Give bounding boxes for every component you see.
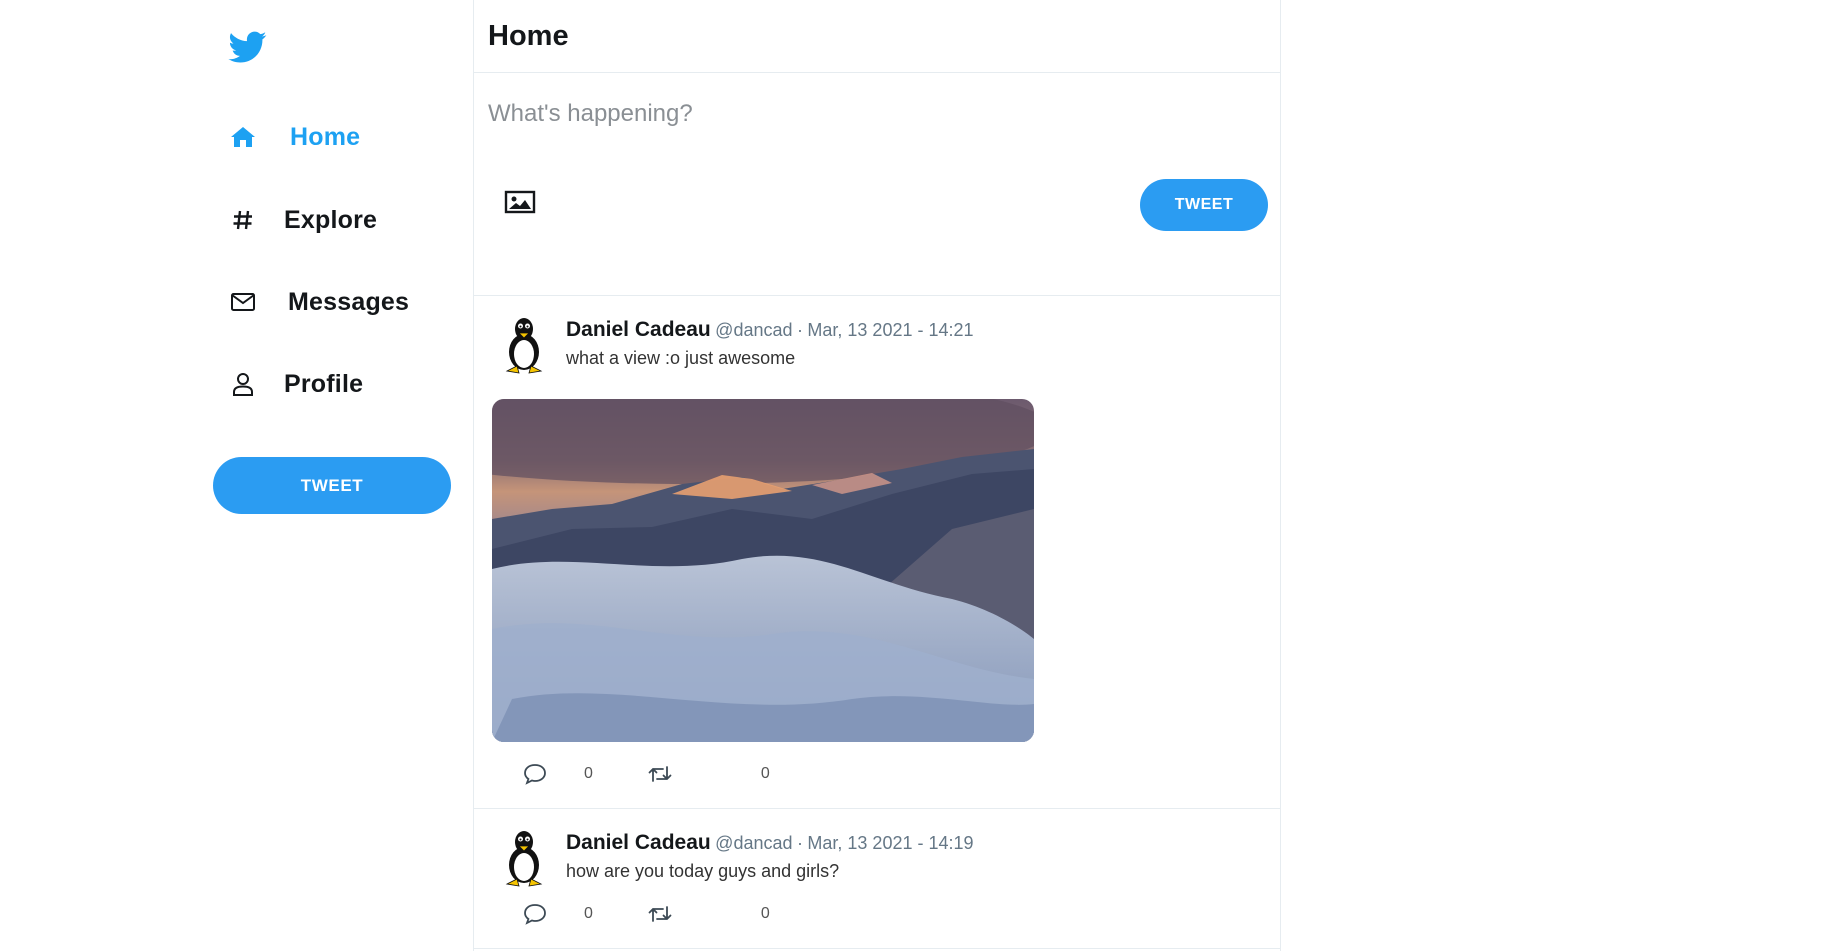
tweet-header: Daniel Cadeau @dancad · Mar, 13 2021 - 1… [566,318,974,342]
nav-item-home[interactable]: Home [228,122,360,152]
nav-label-explore: Explore [284,205,378,234]
nav-item-explore[interactable]: Explore [228,205,377,235]
reply-icon[interactable] [522,901,548,927]
user-icon [228,369,258,399]
compose-box: TWEET [474,73,1280,296]
tweet-text: how are you today guys and girls? [566,861,840,881]
penguin-avatar-icon[interactable] [498,314,550,376]
mountain-photo [492,399,1034,742]
separator-dot: · [796,833,803,853]
envelope-icon [228,287,258,317]
compose-input[interactable] [486,85,1260,143]
separator-dot: · [796,320,803,340]
page-title: Home [488,19,569,52]
tweet-image[interactable] [492,399,1034,742]
tweet-text: what a view :o just awesome [566,348,796,368]
penguin-avatar-icon[interactable] [498,827,550,889]
main-timeline: Home TWEET Daniel Cadeau @dancad · Mar, … [473,0,1281,951]
sidebar: Home Explore Messages Profile TWEET [0,0,473,951]
compose-tweet-button[interactable]: TWEET [1140,179,1268,231]
reply-count: 0 [584,905,593,922]
retweet-icon[interactable] [647,901,673,927]
retweet-count: 0 [760,765,770,782]
nav-label-profile: Profile [284,369,364,398]
tweet-timestamp: Mar, 13 2021 - 14:19 [807,833,974,853]
nav-item-messages[interactable]: Messages [228,287,409,317]
tweet-actions: 0 0 [522,901,770,927]
reply-icon[interactable] [522,761,548,787]
nav-label-messages: Messages [288,287,410,316]
reply-count: 0 [584,765,593,782]
author-name[interactable]: Daniel Cadeau [566,318,711,341]
twitter-logo-icon[interactable] [227,28,269,66]
tweet-item[interactable]: Daniel Cadeau @dancad · Mar, 13 2021 - 1… [474,809,1280,949]
tweet-actions: 0 0 [522,761,770,787]
page-header: Home [474,0,1280,73]
author-handle[interactable]: @dancad [715,833,792,853]
image-icon[interactable] [504,189,536,215]
author-name[interactable]: Daniel Cadeau [566,831,711,854]
nav-label-home: Home [290,122,361,151]
tweet-item[interactable]: Daniel Cadeau @dancad · Mar, 13 2021 - 1… [474,296,1280,809]
tweet-header: Daniel Cadeau @dancad · Mar, 13 2021 - 1… [566,831,974,855]
retweet-count: 0 [760,905,770,922]
author-handle[interactable]: @dancad [715,320,792,340]
hashtag-icon [228,205,258,235]
tweet-timestamp: Mar, 13 2021 - 14:21 [807,320,974,340]
retweet-icon[interactable] [647,761,673,787]
sidebar-tweet-button[interactable]: TWEET [213,457,451,514]
home-icon [228,122,258,152]
nav-item-profile[interactable]: Profile [228,369,363,399]
